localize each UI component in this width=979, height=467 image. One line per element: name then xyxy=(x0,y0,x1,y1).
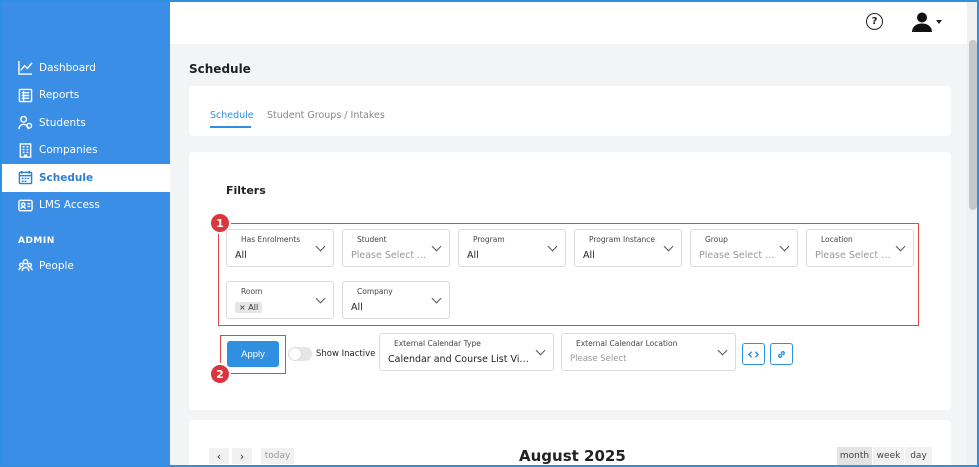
calendar-today-button[interactable]: today xyxy=(261,448,294,464)
chevron-down-icon xyxy=(315,241,326,252)
sidebar-nav: Dashboard Reports Students Companies Sch… xyxy=(0,54,170,219)
tag-label: All xyxy=(248,303,259,312)
people-icon xyxy=(17,258,33,274)
page-scrollbar[interactable] xyxy=(967,0,979,467)
select-value: All xyxy=(467,250,479,261)
tab-schedule[interactable]: Schedule xyxy=(210,110,254,121)
sidebar: Dashboard Reports Students Companies Sch… xyxy=(0,0,170,467)
calendar-next-button[interactable]: › xyxy=(232,448,252,464)
location-select[interactable]: Location Please Select l... xyxy=(806,229,914,267)
chevron-down-icon xyxy=(431,241,442,252)
show-inactive-label: Show Inactive xyxy=(316,349,376,359)
room-tag: × All xyxy=(235,302,263,313)
sidebar-item-dashboard[interactable]: Dashboard xyxy=(0,54,170,82)
select-value: Calendar and Course List View xyxy=(388,354,531,365)
company-select[interactable]: Company All xyxy=(342,281,450,319)
field-label: External Calendar Type xyxy=(394,339,481,348)
student-select[interactable]: Student Please Select ... xyxy=(342,229,450,267)
chevron-down-icon xyxy=(547,241,558,252)
calendar-icon xyxy=(17,170,33,186)
active-tab-indicator xyxy=(210,126,251,128)
chevron-down-icon xyxy=(663,241,674,252)
sidebar-item-label: Dashboard xyxy=(39,61,96,74)
sidebar-item-label: LMS Access xyxy=(39,199,100,212)
sidebar-item-lms-access[interactable]: LMS Access xyxy=(0,192,170,220)
select-placeholder: Please Select xyxy=(570,354,627,364)
sidebar-item-label: People xyxy=(39,259,74,272)
external-calendar-type-select[interactable]: External Calendar Type Calendar and Cour… xyxy=(379,333,554,371)
view-day-button[interactable]: day xyxy=(905,447,932,465)
tabs-card: Schedule Student Groups / Intakes xyxy=(189,86,951,136)
field-label: Company xyxy=(357,287,393,296)
code-icon xyxy=(748,350,759,358)
select-placeholder: Please Select ... xyxy=(699,250,775,261)
chevron-down-icon xyxy=(717,345,728,356)
view-month-button[interactable]: month xyxy=(837,447,872,465)
field-label: Program xyxy=(473,235,505,244)
room-select[interactable]: Room × All xyxy=(226,281,334,319)
user-menu-button[interactable] xyxy=(911,10,945,34)
program-instance-select[interactable]: Program Instance All xyxy=(574,229,682,267)
sidebar-section-admin: ADMIN xyxy=(18,236,55,246)
sidebar-item-label: Companies xyxy=(39,144,98,157)
field-label: Location xyxy=(821,235,853,244)
field-label: Student xyxy=(357,235,387,244)
chevron-down-icon xyxy=(431,293,442,304)
sidebar-item-reports[interactable]: Reports xyxy=(0,82,170,110)
program-select[interactable]: Program All xyxy=(458,229,566,267)
students-icon xyxy=(17,115,33,131)
select-value: All xyxy=(583,250,595,261)
tab-student-groups-intakes[interactable]: Student Groups / Intakes xyxy=(267,110,385,121)
select-value: All xyxy=(235,250,247,261)
select-value: All xyxy=(351,302,363,313)
field-label: Group xyxy=(705,235,728,244)
sidebar-item-label: Schedule xyxy=(39,171,94,184)
field-label: Room xyxy=(241,287,263,296)
id-card-icon xyxy=(17,197,33,213)
building-icon xyxy=(17,142,33,158)
copy-link-button[interactable] xyxy=(770,343,793,365)
top-bar: ? xyxy=(170,0,967,44)
group-select[interactable]: Group Please Select ... xyxy=(690,229,798,267)
calendar-title: August 2025 xyxy=(519,447,626,465)
link-icon xyxy=(777,350,786,358)
sidebar-item-companies[interactable]: Companies xyxy=(0,137,170,165)
apply-button[interactable]: Apply xyxy=(227,341,279,367)
chevron-down-icon xyxy=(315,293,326,304)
field-label: Has Enrolments xyxy=(241,235,301,244)
page-title: Schedule xyxy=(189,62,251,76)
chevron-down-icon xyxy=(535,345,546,356)
scrollbar-thumb[interactable] xyxy=(969,40,977,210)
filters-title: Filters xyxy=(226,184,266,197)
calendar-prev-button[interactable]: ‹ xyxy=(209,448,229,464)
has-enrolments-select[interactable]: Has Enrolments All xyxy=(226,229,334,267)
chevron-left-icon: ‹ xyxy=(216,449,222,463)
view-week-button[interactable]: week xyxy=(873,447,904,465)
external-calendar-location-select[interactable]: External Calendar Location Please Select xyxy=(561,333,736,371)
sidebar-item-label: Reports xyxy=(39,89,80,102)
field-label: External Calendar Location xyxy=(576,339,678,348)
tag-remove-icon[interactable]: × xyxy=(239,303,246,312)
chevron-right-icon: › xyxy=(239,449,245,463)
embed-code-button[interactable] xyxy=(742,343,765,365)
sidebar-item-students[interactable]: Students xyxy=(0,109,170,137)
select-placeholder: Please Select ... xyxy=(351,250,427,261)
user-avatar-icon xyxy=(912,12,932,32)
chevron-down-icon xyxy=(779,241,790,252)
chevron-down-icon xyxy=(895,241,906,252)
chevron-down-icon xyxy=(936,20,942,24)
report-icon xyxy=(17,87,33,103)
help-icon[interactable]: ? xyxy=(866,13,883,30)
sidebar-item-people[interactable]: People xyxy=(0,252,170,280)
select-placeholder: Please Select l... xyxy=(815,250,891,261)
show-inactive-toggle[interactable] xyxy=(288,347,312,361)
field-label: Program Instance xyxy=(589,235,655,244)
sidebar-item-label: Students xyxy=(39,116,86,129)
chart-line-icon xyxy=(17,60,33,76)
sidebar-item-schedule[interactable]: Schedule xyxy=(0,164,170,192)
